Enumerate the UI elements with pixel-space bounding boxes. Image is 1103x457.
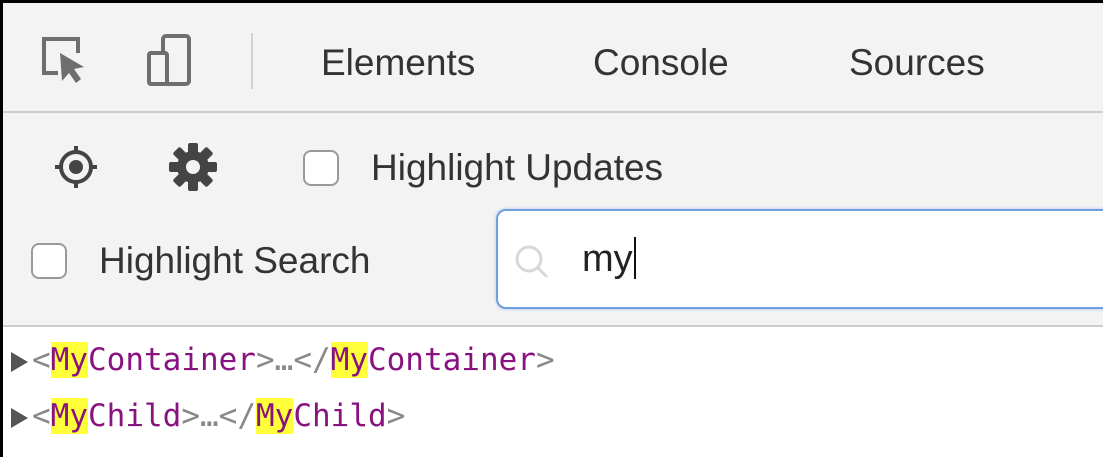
tag-close-bracket: >: [255, 342, 275, 378]
gear-icon[interactable]: [167, 141, 219, 193]
collapsed-ellipsis: …: [274, 342, 294, 378]
tag-name: Child: [88, 398, 182, 434]
end-tag-close-bracket: >: [386, 398, 406, 434]
select-component-icon[interactable]: [53, 144, 99, 190]
tag-name: Container: [88, 342, 256, 378]
search-icon: [515, 245, 549, 279]
toolbar-divider: [251, 33, 253, 89]
end-tag-open-bracket: </: [218, 398, 256, 434]
text-caret: [633, 237, 636, 279]
search-input-value: my: [582, 235, 636, 283]
expand-arrow-icon[interactable]: [11, 408, 28, 428]
tab-elements[interactable]: Elements: [321, 39, 475, 87]
devtools-window: Elements Console Sources Highlight Updat…: [0, 0, 1103, 457]
highlight-search-checkbox[interactable]: [31, 243, 67, 279]
highlight-search-label[interactable]: Highlight Search: [99, 237, 370, 285]
end-tag-open-bracket: </: [293, 342, 331, 378]
search-match-highlight: My: [50, 398, 88, 434]
react-panel-controls: Highlight Updates Highlight Search my: [3, 113, 1103, 327]
inspect-element-icon[interactable]: [38, 33, 90, 87]
devtools-toolbar: Elements Console Sources: [3, 3, 1103, 113]
collapsed-ellipsis: …: [200, 398, 219, 434]
highlight-updates-checkbox[interactable]: [303, 150, 339, 186]
end-tag-name: Container: [367, 342, 536, 378]
tab-console[interactable]: Console: [593, 39, 729, 87]
end-tag-close-bracket: >: [535, 342, 555, 378]
search-match-highlight: My: [330, 342, 368, 378]
tab-sources[interactable]: Sources: [849, 39, 985, 87]
component-tree: <MyContainer>…</MyContainer> <MyChild>…<…: [3, 327, 1103, 457]
search-match-highlight: My: [50, 342, 88, 378]
tag-close-bracket: >: [181, 398, 200, 434]
device-toolbar-icon[interactable]: [143, 33, 195, 87]
end-tag-name: Child: [293, 398, 387, 434]
highlight-updates-label[interactable]: Highlight Updates: [371, 144, 663, 192]
tag-open-bracket: <: [32, 342, 51, 378]
tag-open-bracket: <: [32, 398, 51, 434]
search-input[interactable]: my: [496, 209, 1103, 309]
search-match-highlight: My: [256, 398, 294, 434]
tree-row[interactable]: <MyContainer>…</MyContainer>: [11, 335, 555, 385]
expand-arrow-icon[interactable]: [11, 352, 28, 372]
tree-row[interactable]: <MyChild>…</MyChild>: [11, 391, 405, 441]
